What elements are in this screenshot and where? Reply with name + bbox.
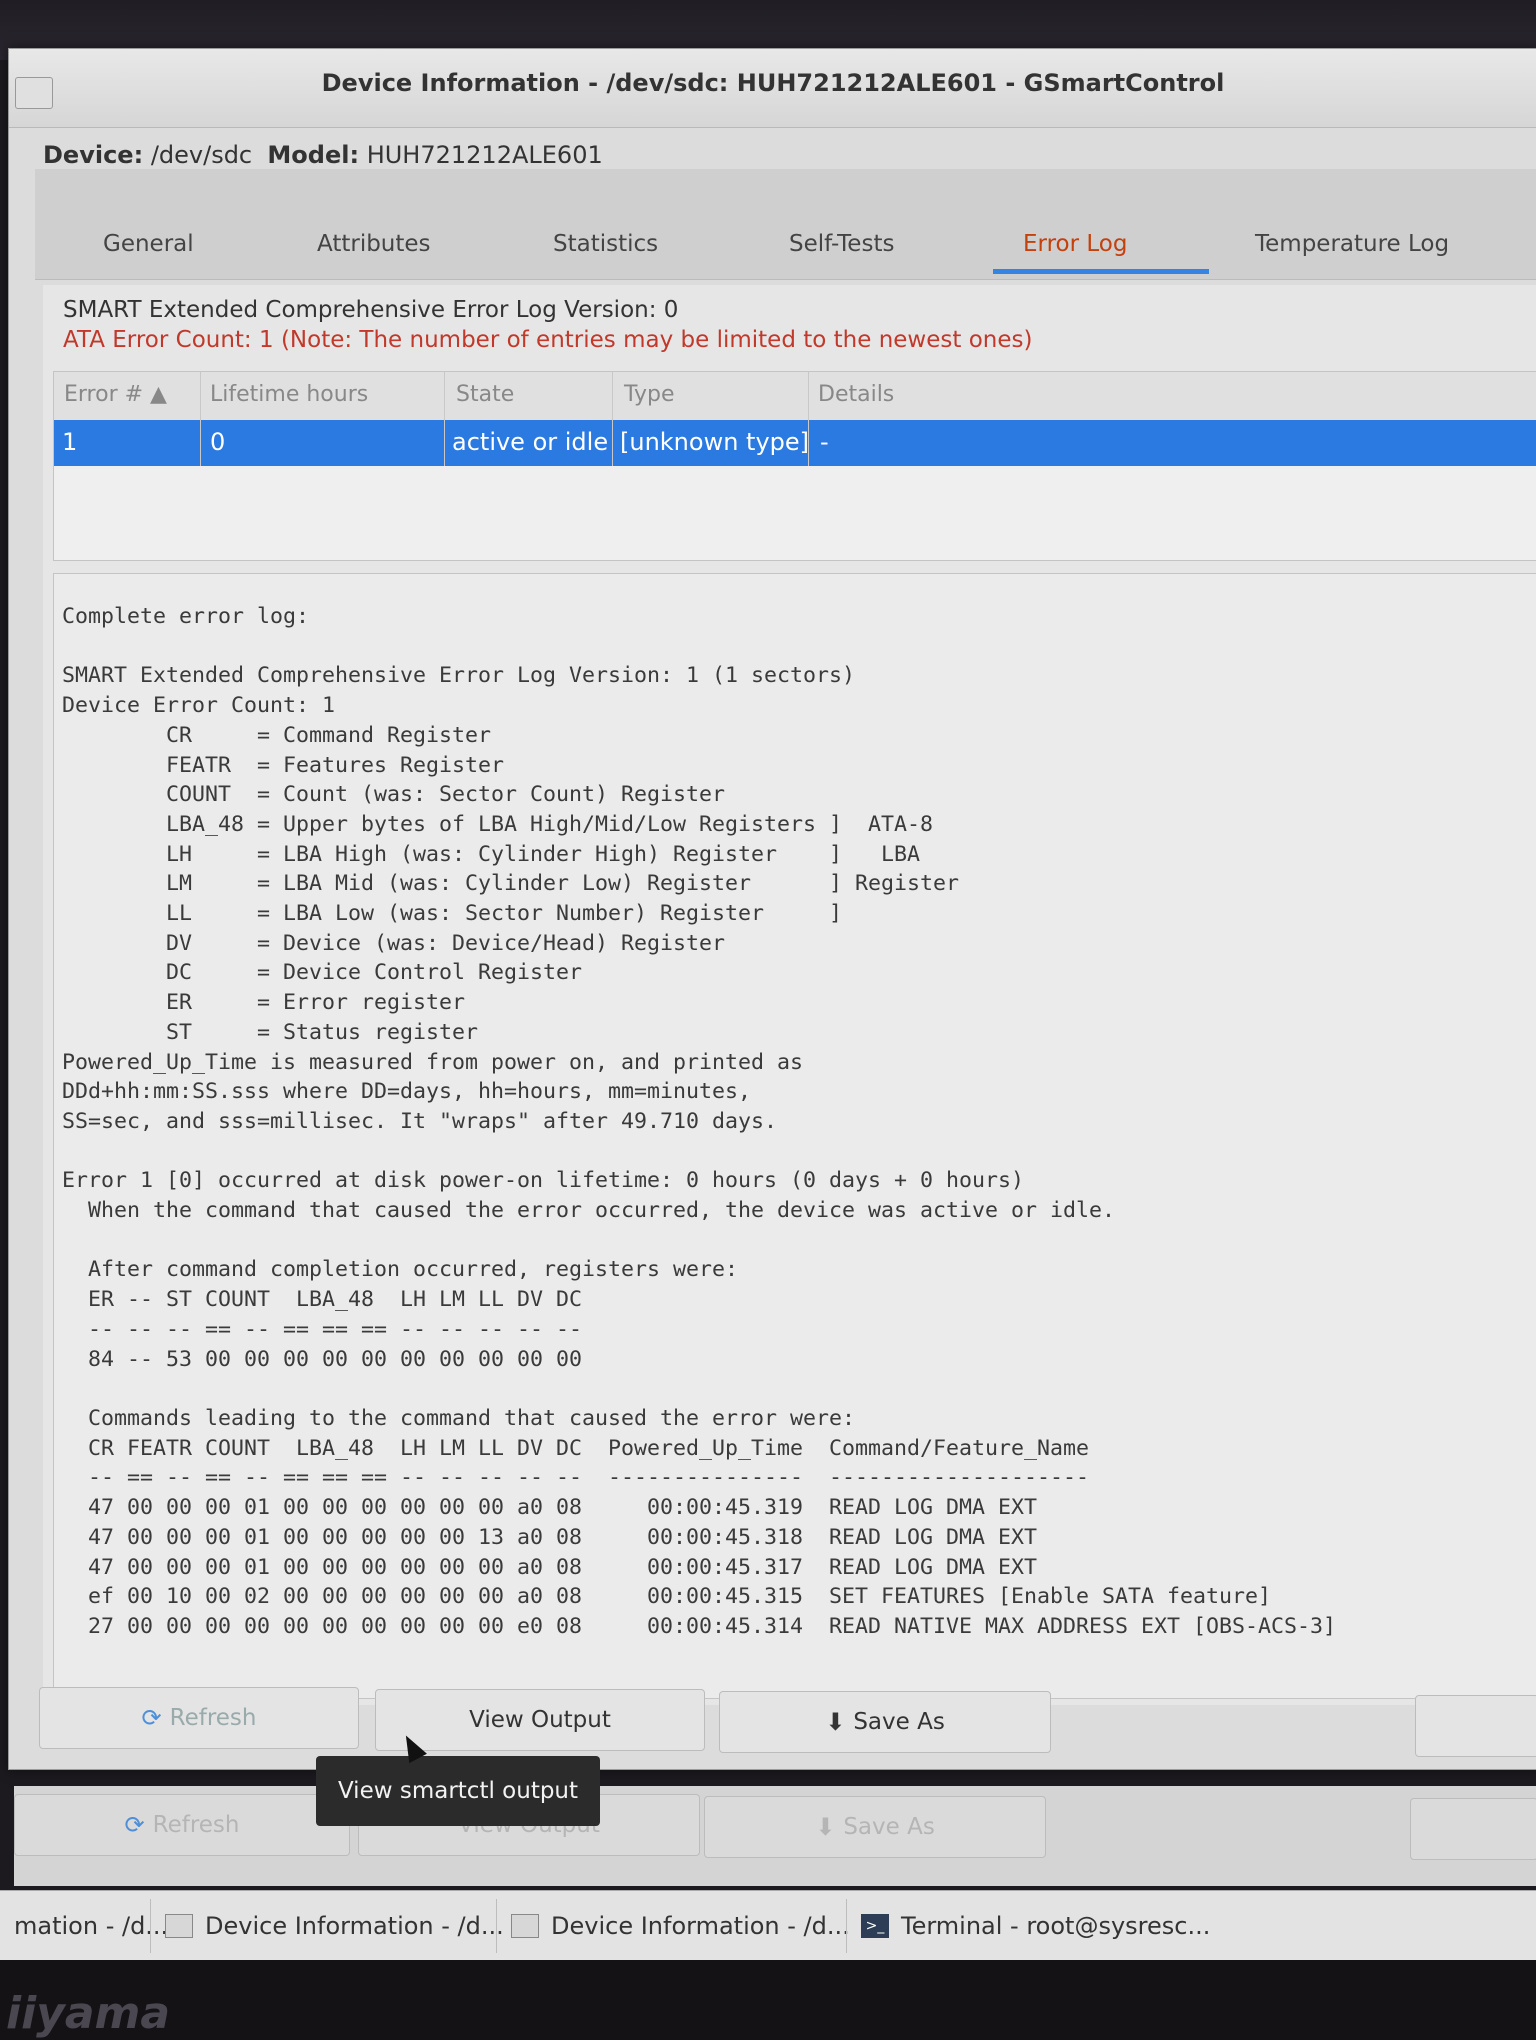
device-information-window: Device Information - /dev/sdc: HUH721212…	[8, 48, 1536, 1770]
refresh-icon: ⟳	[124, 1811, 145, 1839]
cell-details: -	[820, 428, 829, 456]
view-output-tooltip: View smartctl output	[316, 1756, 600, 1826]
window-title: Device Information - /dev/sdc: HUH721212…	[321, 69, 1225, 97]
terminal-icon: >_	[861, 1914, 889, 1938]
ghost-save-as-button: ⬇ Save As	[704, 1796, 1046, 1858]
cell-state: active or idle	[452, 428, 609, 456]
error-log-panel: SMART Extended Comprehensive Error Log V…	[43, 285, 1536, 1705]
col-details[interactable]: Details	[818, 382, 894, 407]
title-bar[interactable]: Device Information - /dev/sdc: HUH721212…	[9, 49, 1536, 128]
tab-statistics[interactable]: Statistics	[553, 231, 658, 257]
view-output-label: View Output	[469, 1707, 611, 1733]
taskbar-item[interactable]: Device Information - /d...	[150, 1899, 518, 1953]
close-button[interactable]	[1415, 1695, 1536, 1757]
active-tab-indicator	[993, 269, 1209, 274]
download-icon: ⬇	[825, 1708, 846, 1736]
ghost-refresh-label: Refresh	[152, 1812, 240, 1838]
error-table: Error # ▲ Lifetime hours State Type Deta…	[53, 371, 1536, 561]
ghost-refresh-button: ⟳ Refresh	[14, 1794, 350, 1856]
error-log-version: SMART Extended Comprehensive Error Log V…	[63, 297, 679, 323]
device-value: /dev/sdc	[150, 141, 253, 169]
tab-general[interactable]: General	[103, 231, 194, 257]
taskbar-item[interactable]: Device Information - /d...	[496, 1899, 864, 1953]
error-table-header: Error # ▲ Lifetime hours State Type Deta…	[54, 372, 1536, 421]
save-as-label: Save As	[853, 1709, 945, 1735]
refresh-label: Refresh	[169, 1705, 257, 1731]
taskbar-item-label: Device Information - /d...	[551, 1912, 850, 1940]
complete-error-log-view[interactable]: Complete error log: SMART Extended Compr…	[53, 573, 1536, 1699]
cell-lifetime-hours: 0	[210, 428, 226, 456]
column-divider	[444, 372, 445, 466]
cell-type: [unknown type]	[620, 428, 810, 456]
taskbar-item-label: Terminal - root@sysresc...	[901, 1912, 1211, 1940]
col-state[interactable]: State	[456, 382, 514, 407]
ghost-close-button	[1410, 1798, 1536, 1860]
monitor-brand-logo: iiyama	[6, 1988, 171, 2039]
taskbar-item-label: Device Information - /d...	[205, 1912, 504, 1940]
window-icon	[511, 1914, 539, 1938]
refresh-icon: ⟳	[141, 1704, 162, 1732]
taskbar-item[interactable]: >_ Terminal - root@sysresc...	[846, 1899, 1224, 1953]
cell-error-number: 1	[62, 428, 78, 456]
tab-attributes[interactable]: Attributes	[317, 231, 431, 257]
monitor-bezel-bottom	[0, 1960, 1536, 2040]
column-divider	[612, 372, 613, 466]
model-value: HUH721212ALE601	[366, 141, 603, 169]
col-type[interactable]: Type	[624, 382, 675, 407]
ata-error-count: ATA Error Count: 1 (Note: The number of …	[63, 327, 1033, 353]
column-divider	[200, 372, 201, 466]
device-label: Device:	[43, 141, 144, 169]
table-row[interactable]: 1 0 active or idle [unknown type] -	[54, 420, 1536, 466]
column-divider	[808, 372, 809, 466]
col-error-number[interactable]: Error # ▲	[64, 382, 167, 407]
save-as-button[interactable]: ⬇ Save As	[719, 1691, 1051, 1753]
view-output-button[interactable]: View Output	[375, 1689, 705, 1751]
tab-error-log[interactable]: Error Log	[1023, 231, 1127, 257]
taskbar-item-label: mation - /d...	[14, 1912, 169, 1940]
device-model-line: Device: /dev/sdc Model: HUH721212ALE601	[43, 141, 603, 169]
refresh-button[interactable]: ⟳ Refresh	[39, 1687, 359, 1749]
complete-error-log-text: Complete error log: SMART Extended Compr…	[62, 604, 1337, 1639]
model-label: Model:	[267, 141, 360, 169]
tab-self-tests[interactable]: Self-Tests	[789, 231, 894, 257]
download-icon: ⬇	[815, 1813, 836, 1841]
tab-bar: General Attributes Statistics Self-Tests…	[35, 169, 1536, 280]
ghost-save-as-label: Save As	[843, 1814, 935, 1840]
tab-temperature-log[interactable]: Temperature Log	[1255, 231, 1449, 257]
col-lifetime-hours[interactable]: Lifetime hours	[210, 382, 368, 407]
window-icon	[165, 1914, 193, 1938]
background-window-buttons: ⟳ Refresh View Output ⬇ Save As	[14, 1786, 1536, 1886]
taskbar: mation - /d... Device Information - /d..…	[0, 1890, 1536, 1961]
